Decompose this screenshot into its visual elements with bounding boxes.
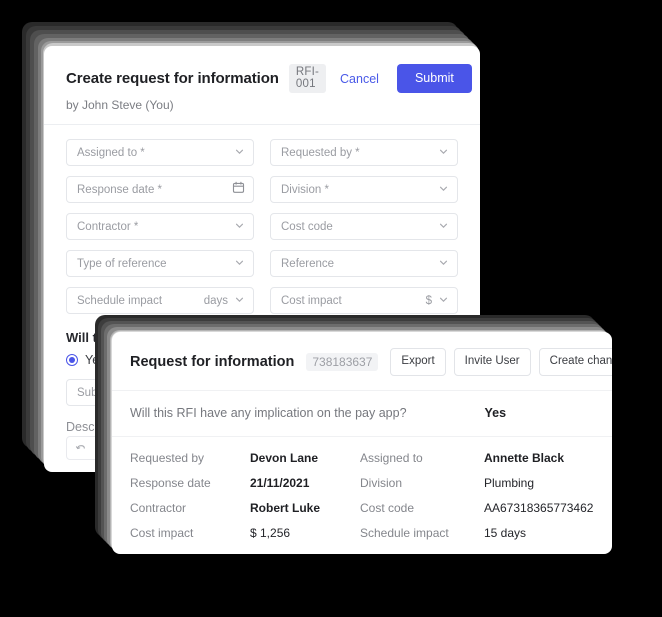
- detail-pay-app-answer: Yes: [484, 405, 507, 420]
- detail-pay-app-question: Will this RFI have any implication on th…: [130, 405, 407, 420]
- rfi-detail-card: Request for information 738183637 Export…: [112, 332, 612, 554]
- cancel-button[interactable]: Cancel: [336, 70, 383, 88]
- field-label: Type of reference: [77, 257, 167, 270]
- reference-badge: RFI-001: [288, 64, 327, 93]
- detail-value-division: Plumbing: [484, 475, 535, 490]
- detail-value-cost-code: AA67318365773462: [484, 500, 594, 515]
- detail-value-assigned-to: Annette Black: [484, 450, 565, 465]
- field-unit-currency: $: [425, 294, 432, 307]
- field-requested-by[interactable]: Requested by *: [270, 139, 458, 166]
- field-type-of-reference[interactable]: Type of reference: [66, 250, 254, 277]
- detail-key-cost-impact: Cost impact: [130, 525, 194, 540]
- detail-value-requested-by: Devon Lane: [250, 450, 319, 465]
- detail-value-response-date: 21/11/2021: [250, 475, 310, 490]
- detail-key-cost-code: Cost code: [360, 500, 415, 515]
- field-label: Cost impact: [281, 294, 342, 307]
- field-cost-code[interactable]: Cost code: [270, 213, 458, 240]
- field-contractor[interactable]: Contractor *: [66, 213, 254, 240]
- field-label: Schedule impact: [77, 294, 163, 307]
- detail-value-schedule-impact: 15 days: [484, 525, 527, 540]
- chevron-down-icon: [234, 292, 245, 310]
- chevron-down-icon: [438, 144, 449, 162]
- field-label: Response date *: [77, 183, 163, 196]
- invite-user-button[interactable]: Invite User: [453, 348, 531, 376]
- undo-icon[interactable]: [73, 440, 89, 456]
- create-change-request-button[interactable]: Create change request: [538, 348, 612, 376]
- chevron-down-icon: [438, 218, 449, 236]
- field-label: Division *: [281, 183, 329, 196]
- field-assigned-to[interactable]: Assigned to *: [66, 139, 254, 166]
- field-unit-days: days: [203, 294, 228, 307]
- chevron-down-icon: [234, 255, 245, 273]
- detail-key-schedule-impact: Schedule impact: [360, 525, 449, 540]
- chevron-down-icon: [234, 218, 245, 236]
- field-schedule-impact[interactable]: Schedule impact days: [66, 287, 254, 314]
- field-reference[interactable]: Reference: [270, 250, 458, 277]
- field-division[interactable]: Division *: [270, 176, 458, 203]
- form-field-grid: Assigned to * Requested by * Response da…: [66, 139, 458, 314]
- detail-card-header: Request for information 738183637 Export…: [112, 332, 612, 391]
- field-label: Requested by *: [281, 146, 360, 159]
- field-cost-impact[interactable]: Cost impact $: [270, 287, 458, 314]
- field-label: Assigned to *: [77, 146, 145, 159]
- detail-value-contractor: Robert Luke: [250, 500, 321, 515]
- detail-field-grid: Requested by Devon Lane Assigned to Anne…: [112, 437, 612, 540]
- field-label: Cost code: [281, 220, 333, 233]
- submit-button[interactable]: Submit: [396, 64, 472, 93]
- detail-title: Request for information: [130, 353, 295, 370]
- screenshot-stage: Create request for information RFI-001 C…: [0, 0, 662, 617]
- chevron-down-icon: [234, 144, 245, 162]
- rfi-id-badge: 738183637: [306, 352, 379, 371]
- chevron-down-icon: [438, 255, 449, 273]
- detail-key-assigned-to: Assigned to: [360, 450, 423, 465]
- chevron-down-icon: [438, 181, 449, 199]
- create-card-header: Create request for information RFI-001 C…: [44, 46, 480, 125]
- field-response-date[interactable]: Response date *: [66, 176, 254, 203]
- detail-key-response-date: Response date: [130, 475, 211, 490]
- detail-key-contractor: Contractor: [130, 500, 187, 515]
- radio-indicator-yes[interactable]: [66, 354, 78, 366]
- export-button[interactable]: Export: [390, 348, 446, 376]
- page-title: Create request for information: [66, 70, 279, 87]
- author-byline: by John Steve (You): [66, 98, 174, 112]
- detail-key-requested-by: Requested by: [130, 450, 205, 465]
- detail-key-division: Division: [360, 475, 403, 490]
- detail-question-row: Will this RFI have any implication on th…: [112, 391, 612, 437]
- field-label: Reference: [281, 257, 335, 270]
- field-label: Contractor *: [77, 220, 139, 233]
- calendar-icon[interactable]: [232, 181, 245, 199]
- chevron-down-icon: [438, 292, 449, 310]
- detail-value-cost-impact: $ 1,256: [250, 525, 291, 540]
